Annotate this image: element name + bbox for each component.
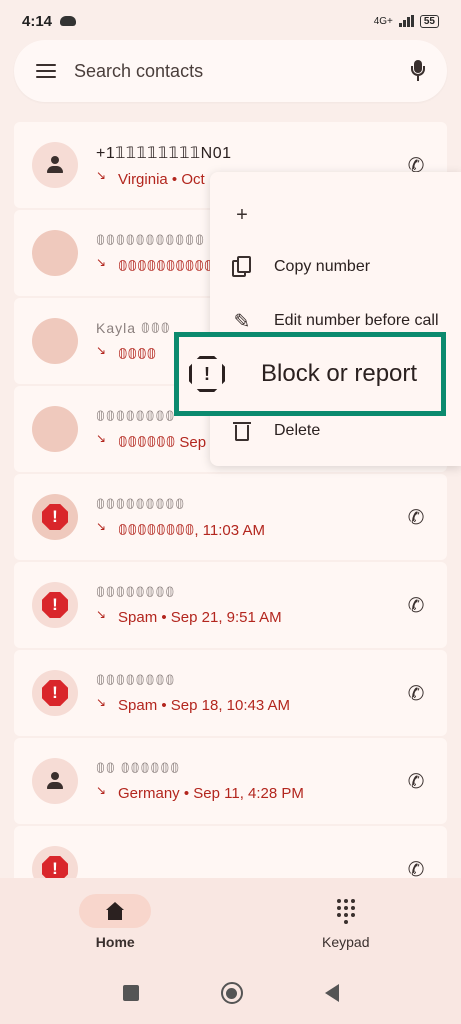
nav-keypad[interactable]: Keypad	[231, 878, 461, 962]
call-detail: 𝟘𝟘𝟘𝟘𝟘𝟘𝟘𝟘, 11:03 AM	[118, 521, 265, 539]
call-log-row[interactable]: ! 𝟘𝟘𝟘𝟘𝟘𝟘𝟘𝟘 Spam • Sep 18, 10:43 AM ✆	[14, 650, 447, 736]
call-detail: Virginia • Oct	[118, 170, 205, 188]
menu-item-block-or-report[interactable]: ! Block or report	[174, 332, 446, 416]
missed-call-icon	[96, 789, 108, 799]
missed-call-icon	[96, 525, 108, 535]
nav-home[interactable]: Home	[0, 878, 231, 962]
phone-call-icon[interactable]: ✆	[403, 504, 429, 530]
avatar: !	[32, 494, 78, 540]
missed-call-icon	[96, 174, 108, 184]
person-icon	[45, 155, 65, 175]
call-log-row[interactable]: ! 𝟘𝟘𝟘𝟘𝟘𝟘𝟘𝟘𝟘 𝟘𝟘𝟘𝟘𝟘𝟘𝟘𝟘, 11:03 AM ✆	[14, 474, 447, 560]
system-navigation-bar	[0, 962, 461, 1024]
caller-name: 𝟘𝟘𝟘𝟘𝟘𝟘𝟘𝟘𝟘	[96, 495, 186, 512]
menu-item-copy-number[interactable]: Copy number	[210, 242, 461, 292]
call-detail: 𝟘𝟘𝟘𝟘𝟘𝟘𝟘𝟘𝟘𝟘	[118, 257, 214, 275]
battery-icon: 55	[419, 14, 439, 28]
avatar: !	[32, 582, 78, 628]
spam-icon: !	[42, 504, 68, 530]
copy-number-label: Copy number	[274, 258, 371, 275]
phone-call-icon[interactable]: ✆	[403, 592, 429, 618]
block-or-report-label: Block or report	[261, 360, 418, 387]
avatar	[32, 230, 78, 276]
missed-call-icon	[96, 349, 108, 359]
missed-call-icon	[96, 701, 108, 711]
caller-name: 𝟘𝟘𝟘𝟘𝟘𝟘𝟘𝟘	[96, 584, 176, 600]
call-detail: Spam • Sep 18, 10:43 AM	[118, 697, 291, 714]
nav-keypad-label: Keypad	[322, 934, 370, 950]
caller-name: +1𝟙𝟙𝟙𝟙𝟙𝟙𝟙𝟙N01	[96, 144, 232, 162]
call-detail: 𝟘𝟘𝟘𝟘𝟘𝟘 Sep	[118, 433, 207, 451]
call-log-row[interactable]: 𝟘𝟘 𝟘𝟘𝟘𝟘𝟘𝟘 Germany • Sep 11, 4:28 PM ✆	[14, 738, 447, 824]
avatar	[32, 758, 78, 804]
nav-home-label: Home	[95, 934, 135, 950]
trash-icon	[230, 419, 254, 443]
edit-number-label: Edit number before call	[274, 312, 439, 329]
status-time: 4:14	[22, 12, 53, 30]
search-bar[interactable]: Search contacts	[14, 40, 447, 102]
network-type: 4G+	[373, 15, 393, 27]
context-menu: + Copy number ✎ Edit number before call …	[210, 172, 461, 466]
report-icon: !	[189, 356, 225, 392]
recents-button[interactable]	[122, 985, 139, 1001]
call-detail: Germany • Sep 11, 4:28 PM	[118, 785, 304, 802]
pencil-icon: ✎	[233, 310, 251, 333]
delete-label: Delete	[274, 422, 321, 439]
signal-icon	[398, 15, 414, 27]
menu-item-add-contact[interactable]: +	[210, 190, 461, 240]
hamburger-menu-icon[interactable]	[36, 64, 56, 78]
bottom-navigation: Home Keypad	[0, 878, 461, 962]
phone-call-icon[interactable]: ✆	[403, 768, 429, 794]
spam-icon: !	[42, 680, 68, 706]
caller-name: 𝟘𝟘 𝟘𝟘𝟘𝟘𝟘𝟘	[96, 760, 181, 776]
phone-call-icon[interactable]: ✆	[403, 680, 429, 706]
missed-call-icon	[96, 261, 108, 271]
home-icon	[106, 902, 125, 920]
cloud-icon	[60, 16, 77, 26]
search-input[interactable]: Search contacts	[74, 61, 203, 82]
missed-call-icon	[96, 613, 108, 623]
avatar	[32, 318, 78, 364]
status-indicators: 4G+ 55	[373, 14, 439, 28]
caller-name: 𝟘𝟘𝟘𝟘𝟘𝟘𝟘𝟘	[96, 672, 176, 688]
person-icon	[45, 771, 65, 791]
avatar	[32, 142, 78, 188]
copy-icon	[230, 255, 254, 279]
back-button[interactable]	[324, 984, 339, 1002]
avatar	[32, 406, 78, 452]
microphone-icon[interactable]	[411, 60, 425, 82]
missed-call-icon	[96, 437, 108, 447]
call-detail: 𝟘𝟘𝟘𝟘	[118, 345, 157, 363]
keypad-icon	[336, 898, 355, 924]
call-log-row[interactable]: ! 𝟘𝟘𝟘𝟘𝟘𝟘𝟘𝟘 Spam • Sep 21, 9:51 AM ✆	[14, 562, 447, 648]
spam-icon: !	[42, 592, 68, 618]
call-detail: Spam • Sep 21, 9:51 AM	[118, 609, 282, 626]
avatar: !	[32, 670, 78, 716]
status-bar: 4:14 4G+ 55	[0, 0, 461, 42]
home-button[interactable]	[220, 982, 243, 1004]
add-contact-icon: +	[236, 203, 248, 226]
